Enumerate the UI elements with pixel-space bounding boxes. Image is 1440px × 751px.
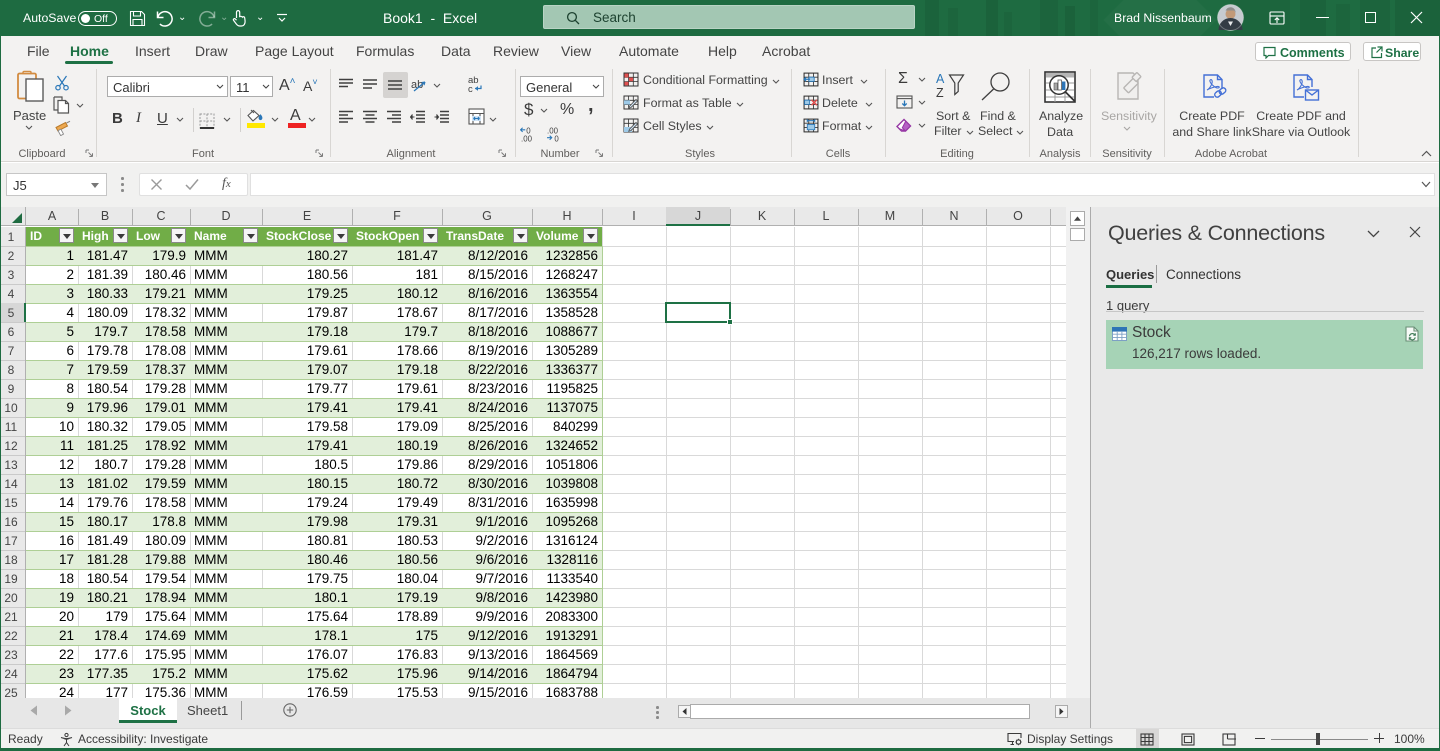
svg-text:Z: Z <box>936 86 944 99</box>
svg-text:A: A <box>936 72 945 86</box>
svg-text:.00: .00 <box>521 134 533 142</box>
svg-text:c: c <box>468 84 473 94</box>
svg-text:0: 0 <box>554 134 559 142</box>
